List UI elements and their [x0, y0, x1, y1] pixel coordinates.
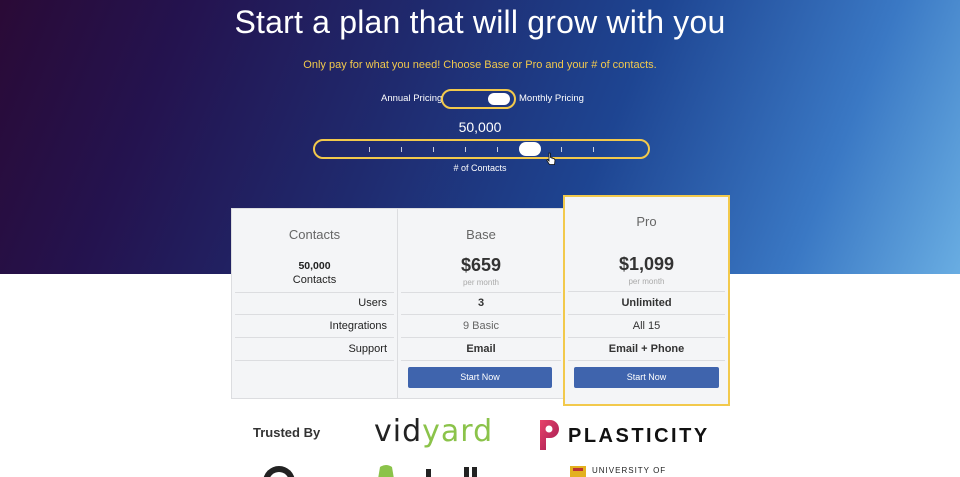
- base-integrations-value: 9 Basic: [462, 320, 500, 332]
- contacts-column-title: Contacts: [288, 227, 341, 242]
- shopify-logo-icon: [378, 465, 394, 477]
- integrations-row-label: Integrations: [329, 320, 387, 332]
- pro-plan-period: per month: [628, 277, 665, 286]
- row-divider: [401, 360, 561, 361]
- vidyard-logo-text-b: yard: [422, 414, 494, 449]
- contacts-column: Contacts 50,000 Contacts Users Integrati…: [231, 208, 397, 399]
- vidyard-logo: vidyard: [374, 414, 493, 449]
- slider-tick: [465, 147, 466, 152]
- row-divider: [568, 337, 725, 338]
- contacts-count: 50,000: [298, 260, 331, 272]
- base-plan-period: per month: [462, 278, 500, 287]
- vidyard-logo-text-a: vid: [374, 414, 423, 449]
- bmw-logo-icon: [263, 466, 295, 477]
- page-title: Start a plan that will grow with you: [234, 4, 726, 40]
- contacts-slider[interactable]: [313, 139, 650, 159]
- slider-tick: [497, 147, 498, 152]
- base-start-now-button[interactable]: Start Now: [408, 367, 552, 388]
- pro-plan-column: Pro $1,099 per month Unlimited All 15 Em…: [563, 195, 730, 406]
- waterloo-logo-text: UNIVERSITY OF: [592, 466, 667, 475]
- base-users-value: 3: [477, 297, 485, 309]
- base-support-value: Email: [466, 343, 496, 355]
- support-row-label: Support: [348, 343, 387, 355]
- shopify-wordmark-partial: [426, 467, 477, 477]
- base-plan-price: $659: [460, 255, 502, 275]
- slider-tick: [561, 147, 562, 152]
- row-divider: [235, 314, 394, 315]
- plasticity-logo-icon: [540, 420, 559, 450]
- plasticity-logo-text: PLASTICITY: [568, 425, 710, 447]
- contacts-value-display: 50,000: [458, 119, 502, 135]
- pricing-period-toggle[interactable]: [441, 89, 516, 109]
- row-divider: [568, 360, 725, 361]
- pro-plan-price: $1,099: [618, 254, 675, 274]
- contacts-unit: Contacts: [292, 274, 337, 286]
- page-subtitle: Only pay for what you need! Choose Base …: [303, 59, 657, 71]
- monthly-pricing-label[interactable]: Monthly Pricing: [519, 93, 584, 104]
- pro-users-value: Unlimited: [621, 297, 672, 309]
- slider-caption: # of Contacts: [453, 163, 507, 173]
- row-divider: [401, 292, 561, 293]
- annual-pricing-label[interactable]: Annual Pricing: [381, 93, 442, 104]
- row-divider: [401, 314, 561, 315]
- slider-tick: [433, 147, 434, 152]
- row-divider: [401, 337, 561, 338]
- pro-plan-title: Pro: [636, 214, 657, 229]
- row-divider: [568, 291, 725, 292]
- row-divider: [235, 292, 394, 293]
- users-row-label: Users: [358, 297, 387, 309]
- base-plan-column: Base $659 per month 3 9 Basic Email Star…: [397, 208, 564, 399]
- pro-start-now-button[interactable]: Start Now: [574, 367, 719, 388]
- trusted-by-label: Trusted By: [253, 425, 321, 440]
- slider-tick: [369, 147, 370, 152]
- row-divider: [235, 360, 394, 361]
- slider-tick: [401, 147, 402, 152]
- pro-support-value: Email + Phone: [608, 343, 685, 355]
- row-divider: [235, 337, 394, 338]
- slider-tick: [593, 147, 594, 152]
- row-divider: [568, 314, 725, 315]
- plasticity-logo: PLASTICITY: [538, 418, 718, 454]
- waterloo-crest-icon: [570, 466, 586, 477]
- pro-integrations-value: All 15: [632, 320, 661, 332]
- pricing-toggle-row: Annual Pricing Monthly Pricing: [0, 89, 960, 109]
- toggle-knob[interactable]: [488, 93, 510, 105]
- slider-knob[interactable]: [519, 142, 541, 156]
- base-plan-title: Base: [466, 227, 496, 242]
